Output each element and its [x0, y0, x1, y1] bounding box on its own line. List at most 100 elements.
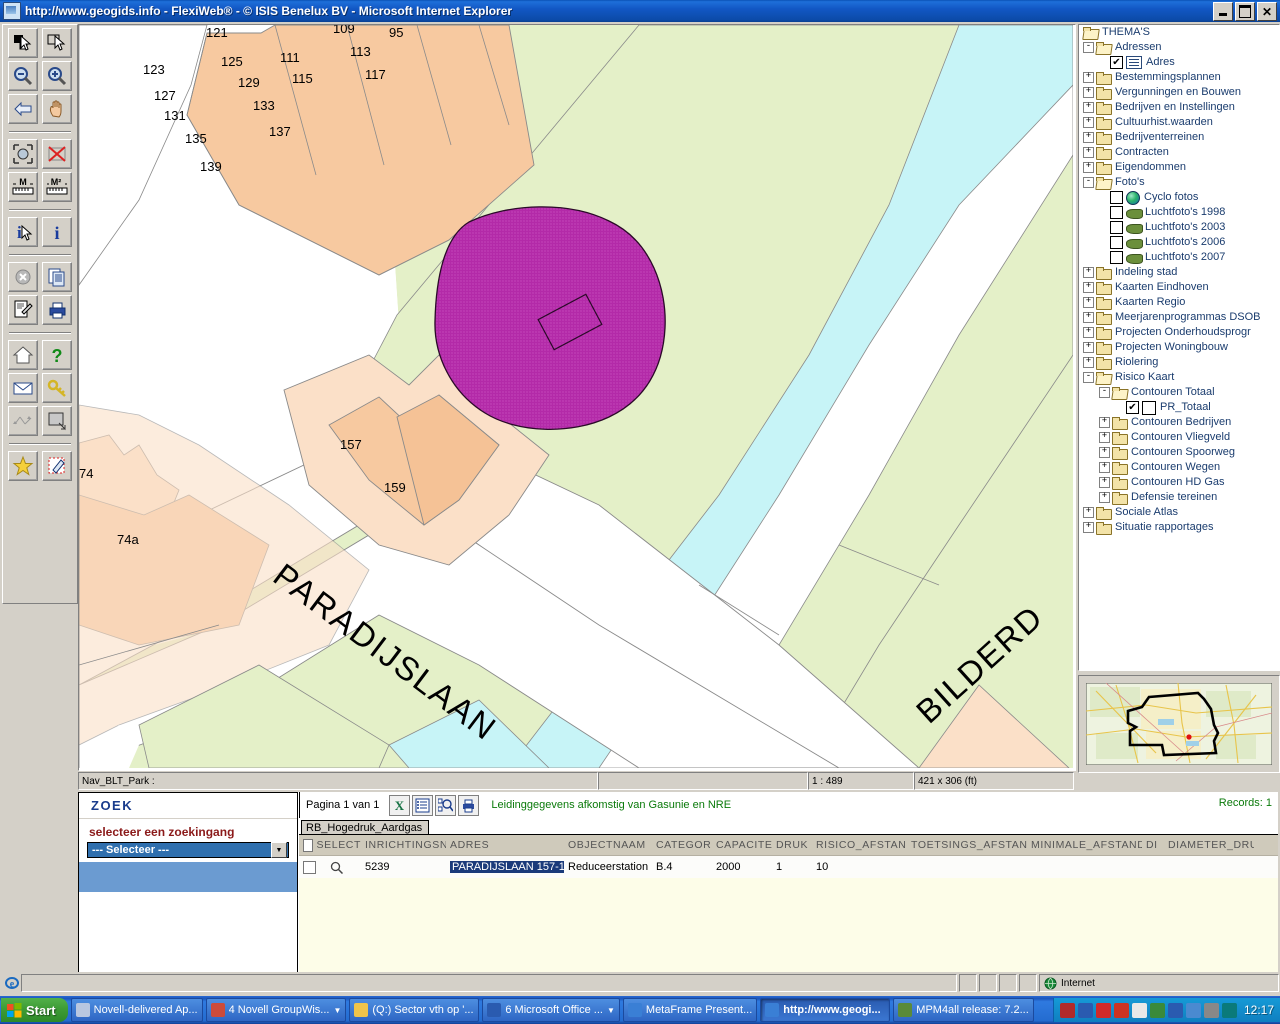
start-button[interactable]: Start	[1, 998, 68, 1022]
taskbar-item[interactable]: 6 Microsoft Office ... ▼	[482, 998, 620, 1022]
tree-checkbox[interactable]	[1110, 251, 1123, 264]
tree-expander-plus-icon[interactable]: +	[1083, 72, 1094, 83]
edit-properties-tool[interactable]	[8, 295, 38, 325]
tree-item-risico-kaart[interactable]: - Risico Kaart	[1079, 370, 1279, 385]
select-all-checkbox[interactable]	[303, 838, 313, 852]
tree-root-node[interactable]: THEMA'S	[1079, 25, 1279, 40]
column-header-capaciteit[interactable]: CAPACITEIT	[712, 839, 772, 851]
maximize-button[interactable]	[1235, 2, 1255, 21]
tree-item-luchtfoto-s-2006[interactable]: Luchtfoto's 2006	[1079, 235, 1279, 250]
tree-item-contouren-bedrijven[interactable]: + Contouren Bedrijven	[1079, 415, 1279, 430]
clock-icon[interactable]	[1203, 1002, 1219, 1018]
tree-expander-plus-icon[interactable]: +	[1083, 102, 1094, 113]
tree-item-riolering[interactable]: + Riolering	[1079, 355, 1279, 370]
tree-item-vergunningen-en-bouwen[interactable]: + Vergunningen en Bouwen	[1079, 85, 1279, 100]
minimize-button[interactable]	[1213, 2, 1233, 21]
chevron-down-icon[interactable]: ▼	[333, 1006, 341, 1015]
taskbar-item[interactable]: Novell-delivered Ap...	[70, 998, 203, 1022]
edit-icon[interactable]	[1149, 1002, 1165, 1018]
pan-tool[interactable]	[42, 94, 72, 124]
tree-expander-plus-icon[interactable]: +	[1083, 147, 1094, 158]
tree-item-contouren-totaal[interactable]: - Contouren Totaal	[1079, 385, 1279, 400]
measure-distance-tool[interactable]: M	[8, 172, 38, 202]
taskbar-item[interactable]: 4 Novell GroupWis... ▼	[205, 998, 347, 1022]
tree-item-contouren-vliegveld[interactable]: + Contouren Vliegveld	[1079, 430, 1279, 445]
row-select-checkbox[interactable]	[303, 860, 316, 874]
antivirus-icon[interactable]	[1059, 1002, 1075, 1018]
tree-item-meerjarenprogrammas-dsob[interactable]: + Meerjarenprogrammas DSOB	[1079, 310, 1279, 325]
tree-expander-plus-icon[interactable]: +	[1083, 87, 1094, 98]
select-pointer-tool[interactable]	[42, 28, 72, 58]
overview-map[interactable]	[1078, 675, 1280, 773]
tree-expander-plus-icon[interactable]: +	[1099, 492, 1110, 503]
tree-checkbox[interactable]	[1110, 191, 1123, 204]
tree-expander-plus-icon[interactable]: +	[1083, 117, 1094, 128]
tree-item-bestemmingsplannen[interactable]: + Bestemmingsplannen	[1079, 70, 1279, 85]
zoom-selection-tool[interactable]	[42, 406, 72, 436]
tree-item-projecten-woningbouw[interactable]: + Projecten Woningbouw	[1079, 340, 1279, 355]
tree-item-defensie-tereinen[interactable]: + Defensie tereinen	[1079, 490, 1279, 505]
tree-expander-plus-icon[interactable]: +	[1083, 267, 1094, 278]
mail-tool[interactable]	[8, 373, 38, 403]
redline-tool[interactable]	[42, 451, 72, 481]
identify-tool[interactable]: i	[42, 217, 72, 247]
tree-item-adressen[interactable]: - Adressen	[1079, 40, 1279, 55]
tree-item-cultuurhist-waarden[interactable]: + Cultuurhist.waarden	[1079, 115, 1279, 130]
tree-item-foto-s[interactable]: - Foto's	[1079, 175, 1279, 190]
tree-expander-plus-icon[interactable]: +	[1099, 447, 1110, 458]
search-entry-select[interactable]: --- Selecteer --- ▼	[87, 842, 289, 858]
column-header-di[interactable]: DI	[1142, 839, 1164, 851]
network-icon[interactable]	[1077, 1002, 1093, 1018]
tree-item-contouren-wegen[interactable]: + Contouren Wegen	[1079, 460, 1279, 475]
tree-expander-plus-icon[interactable]: +	[1083, 357, 1094, 368]
tree-item-contouren-spoorweg[interactable]: + Contouren Spoorweg	[1079, 445, 1279, 460]
column-header-toetsings_afstand[interactable]: TOETSINGS_AFSTAND	[907, 839, 1027, 851]
tree-item-kaarten-eindhoven[interactable]: + Kaarten Eindhoven	[1079, 280, 1279, 295]
previous-extent-tool[interactable]	[8, 94, 38, 124]
taskbar-item[interactable]: http://www.geogi...	[760, 998, 891, 1022]
column-header-inrichtingsnr[interactable]: INRICHTINGSNR	[361, 839, 446, 851]
list-view-icon[interactable]	[412, 794, 434, 816]
monitor-icon[interactable]	[1113, 1002, 1129, 1018]
key-icon[interactable]	[1095, 1002, 1111, 1018]
taskbar-item[interactable]: (Q:) Sector vth op '...	[349, 998, 480, 1022]
theme-tree-panel[interactable]: THEMA'S - Adressen ✔ Adres + Bestemmingsplann…	[1078, 24, 1280, 671]
tree-expander-plus-icon[interactable]: +	[1083, 327, 1094, 338]
column-header-adres[interactable]: ADRES	[446, 839, 564, 851]
tree-expander-plus-icon[interactable]: +	[1083, 282, 1094, 293]
row-zoom-icon[interactable]	[330, 861, 343, 874]
tree-expander-plus-icon[interactable]: +	[1083, 132, 1094, 143]
tree-expander-plus-icon[interactable]: +	[1083, 312, 1094, 323]
close-button[interactable]: ✕	[1257, 2, 1277, 21]
tree-checkbox[interactable]: ✔	[1126, 401, 1139, 414]
select-rectangle-tool[interactable]	[8, 28, 38, 58]
home-tool[interactable]	[8, 340, 38, 370]
sync-icon[interactable]	[1185, 1002, 1201, 1018]
tree-expander-minus-icon[interactable]: -	[1083, 372, 1094, 383]
chevron-down-icon[interactable]: ▼	[607, 1006, 615, 1015]
tree-checkbox[interactable]	[1110, 221, 1123, 234]
tree-checkbox[interactable]: ✔	[1110, 56, 1123, 69]
security-zone[interactable]: Internet	[1039, 974, 1279, 992]
tree-checkbox[interactable]	[1110, 236, 1123, 249]
tree-item-contouren-hd-gas[interactable]: + Contouren HD Gas	[1079, 475, 1279, 490]
tree-item-indeling-stad[interactable]: + Indeling stad	[1079, 265, 1279, 280]
tree-expander-plus-icon[interactable]: +	[1083, 297, 1094, 308]
tree-item-sociale-atlas[interactable]: + Sociale Atlas	[1079, 505, 1279, 520]
tree-expander-plus-icon[interactable]: +	[1083, 507, 1094, 518]
column-header-objectnaam[interactable]: OBJECTNAAM	[564, 839, 652, 851]
column-header-select[interactable]: SELECT	[299, 838, 361, 852]
delete-tool[interactable]	[8, 262, 38, 292]
tree-item-projecten-onderhoudsprogr[interactable]: + Projecten Onderhoudsprogr	[1079, 325, 1279, 340]
tree-item-pr-totaal[interactable]: ✔ PR_Totaal	[1079, 400, 1279, 415]
tree-item-contracten[interactable]: + Contracten	[1079, 145, 1279, 160]
column-header-druk[interactable]: DRUK	[772, 839, 812, 851]
tab-rb-hogedruk-aardgas[interactable]: RB_Hogedruk_Aardgas	[301, 820, 430, 834]
print-tool[interactable]	[42, 295, 72, 325]
tree-item-cyclo-fotos[interactable]: Cyclo fotos	[1079, 190, 1279, 205]
zoom-in-tool[interactable]	[42, 61, 72, 91]
excel-export-icon[interactable]: X	[389, 794, 411, 816]
key-tool[interactable]	[42, 373, 72, 403]
tree-expander-minus-icon[interactable]: -	[1099, 387, 1110, 398]
clear-selection-tool[interactable]	[42, 139, 72, 169]
